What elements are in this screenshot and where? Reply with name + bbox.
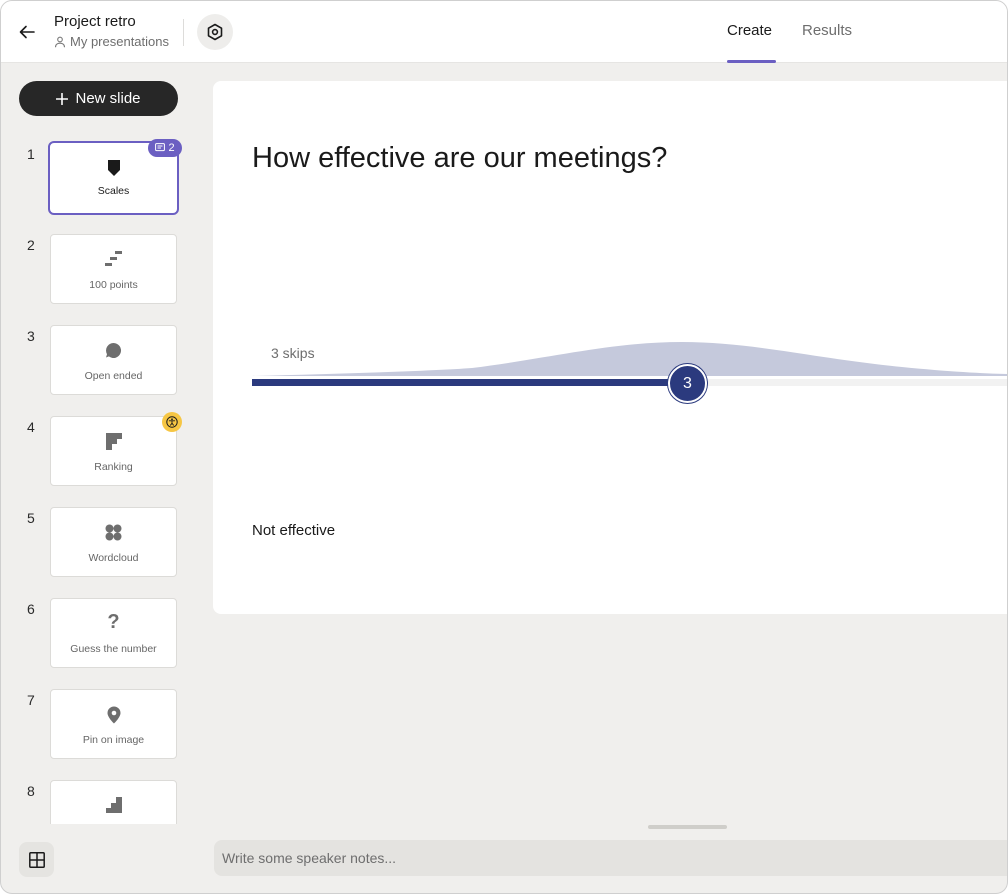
grid-icon <box>28 851 45 868</box>
app-window: Project retro My presentations Create Re… <box>0 0 1008 894</box>
scale-handle[interactable]: 3 <box>668 364 707 403</box>
settings-hexagon-icon <box>207 23 223 41</box>
scale-distribution <box>252 342 1007 386</box>
slide-label: 100 points <box>89 279 138 291</box>
thumb-icon-wrap <box>51 524 176 541</box>
breadcrumb-label: My presentations <box>70 34 169 49</box>
thumb-icon-wrap <box>51 706 176 724</box>
scale-min-label[interactable]: Not effective <box>252 522 335 539</box>
active-tab-indicator <box>727 60 776 63</box>
thumb-icon-wrap <box>51 342 176 359</box>
wordcloud-icon <box>105 524 122 541</box>
slide-canvas[interactable]: How effective are our meetings? 3 skips … <box>213 81 1007 614</box>
slide-number: 1 <box>27 146 35 162</box>
ranking-icon <box>105 433 122 450</box>
slide-label: Wordcloud <box>88 552 139 564</box>
thumb-icon-wrap <box>51 251 176 267</box>
slide-number: 6 <box>27 601 35 617</box>
new-slide-label: New slide <box>75 90 141 107</box>
back-button[interactable] <box>15 21 39 43</box>
slide-number: 2 <box>27 237 35 253</box>
slide-label: Pin on image <box>82 734 145 746</box>
slide-thumbnail-wordcloud[interactable]: Wordcloud <box>50 507 177 577</box>
thumb-icon-wrap: ? <box>51 611 176 633</box>
presentation-title[interactable]: Project retro <box>54 13 136 30</box>
comment-icon <box>155 143 166 152</box>
speaker-notes-input[interactable] <box>214 840 1007 876</box>
scales-icon <box>107 160 120 176</box>
thumb-icon-wrap <box>51 797 176 813</box>
hundred-points-icon <box>104 251 122 266</box>
scale-fill <box>252 379 682 386</box>
accessibility-icon <box>166 416 178 428</box>
question-title[interactable]: How effective are our meetings? <box>252 142 667 175</box>
slide-thumbnail-guess-the-number[interactable]: ? Guess the number <box>50 598 177 668</box>
user-icon <box>54 36 66 47</box>
slide-thumbnail-open-ended[interactable]: Open ended <box>50 325 177 395</box>
distribution-curve <box>252 342 1007 376</box>
slide-number: 7 <box>27 692 35 708</box>
slide-label: Open ended <box>84 370 143 382</box>
slide-thumbnail-8[interactable] <box>50 780 177 824</box>
notes-resize-handle[interactable] <box>648 825 727 829</box>
thumb-icon-wrap <box>50 159 177 177</box>
plus-icon <box>56 92 69 105</box>
slide-list[interactable]: 1 Scales 2 100 points 3 Open ended 4 Ran… <box>1 131 201 824</box>
tab-create[interactable]: Create <box>727 22 772 39</box>
skips-label: 3 skips <box>271 345 315 361</box>
slide-thumbnail-100-points[interactable]: 100 points <box>50 234 177 304</box>
comments-badge[interactable]: 2 <box>148 139 182 157</box>
breadcrumb[interactable]: My presentations <box>54 34 169 49</box>
arrow-left-icon <box>19 25 35 39</box>
comment-count: 2 <box>168 142 175 154</box>
steps-icon <box>105 797 122 813</box>
question-mark-icon: ? <box>107 611 120 633</box>
header-divider <box>183 19 184 46</box>
settings-button[interactable] <box>197 14 233 50</box>
slide-thumbnail-pin-on-image[interactable]: Pin on image <box>50 689 177 759</box>
slide-number: 5 <box>27 510 35 526</box>
thumb-icon-wrap <box>51 433 176 450</box>
slide-label: Guess the number <box>70 643 157 655</box>
new-slide-button[interactable]: New slide <box>19 81 178 116</box>
map-pin-icon <box>107 706 120 724</box>
slide-label: Ranking <box>94 461 133 473</box>
slide-number: 3 <box>27 328 35 344</box>
slide-thumbnail-ranking[interactable]: Ranking <box>50 416 177 486</box>
slide-number: 8 <box>27 783 35 799</box>
slide-number: 4 <box>27 419 35 435</box>
top-bar: Project retro My presentations Create Re… <box>1 1 1007 63</box>
tab-results[interactable]: Results <box>802 22 852 39</box>
speech-bubble-icon <box>106 342 122 358</box>
grid-view-button[interactable] <box>19 842 54 877</box>
premium-badge[interactable] <box>162 412 182 432</box>
slide-label: Scales <box>97 185 130 197</box>
